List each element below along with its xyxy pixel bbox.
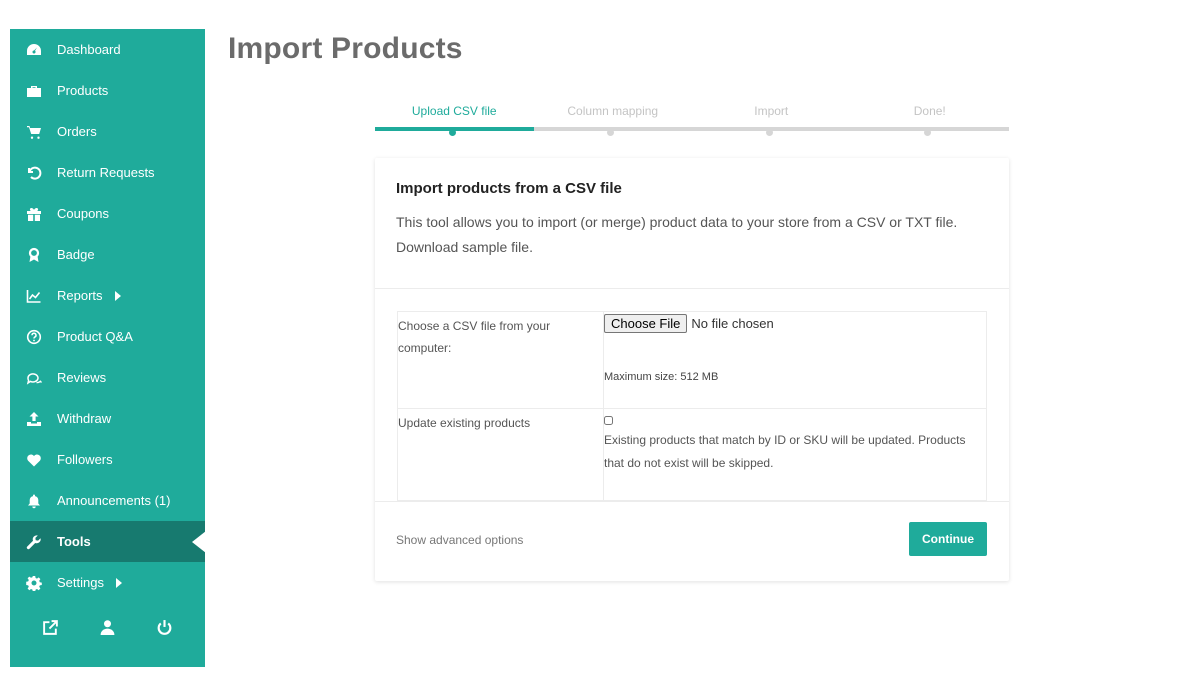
sidebar-item-orders[interactable]: Orders: [10, 111, 205, 152]
user-icon[interactable]: [98, 617, 118, 637]
step-dot-3: [765, 129, 773, 136]
sidebar-item-label: Badge: [57, 247, 95, 262]
sidebar-item-label: Settings: [57, 575, 104, 590]
step-column-mapping: Column mapping: [567, 104, 659, 118]
sidebar-item-label: Withdraw: [57, 411, 112, 426]
undo-icon: [25, 164, 43, 182]
file-upload-field: Choose File No file chosen Maximum size:…: [603, 311, 987, 409]
step-dot-4: [924, 129, 932, 136]
award-icon: [25, 246, 43, 264]
sidebar-item-coupons[interactable]: Coupons: [10, 193, 205, 234]
sidebar-item-announcements[interactable]: Announcements (1): [10, 480, 205, 521]
update-existing-label: Update existing products: [397, 408, 604, 501]
step-dot-1: [448, 129, 456, 136]
sidebar-item-settings[interactable]: Settings: [10, 562, 205, 603]
card-header: Import products from a CSV file This too…: [375, 158, 1009, 289]
sidebar-item-product-qa[interactable]: Product Q&A: [10, 316, 205, 357]
file-status-text: No file chosen: [691, 316, 774, 331]
briefcase-icon: [25, 82, 43, 100]
choose-file-button[interactable]: Choose File: [604, 314, 688, 333]
sidebar-item-label: Reports: [57, 288, 103, 303]
power-icon[interactable]: [155, 617, 175, 637]
step-import: Import: [754, 104, 789, 118]
sidebar-item-reports[interactable]: Reports: [10, 275, 205, 316]
sidebar-item-reviews[interactable]: Reviews: [10, 357, 205, 398]
file-upload-row: Choose a CSV file from your computer: Ch…: [397, 311, 987, 409]
sidebar-item-label: Product Q&A: [57, 329, 133, 344]
card-heading: Import products from a CSV file: [396, 180, 622, 197]
sidebar-item-label: Orders: [57, 124, 97, 139]
external-link-icon[interactable]: [41, 617, 61, 637]
sidebar-item-products[interactable]: Products: [10, 70, 205, 111]
sidebar-item-return-requests[interactable]: Return Requests: [10, 152, 205, 193]
sidebar: Dashboard Products Orders Return Request…: [10, 29, 206, 667]
continue-button[interactable]: Continue: [909, 522, 987, 556]
import-card: Import products from a CSV file This too…: [375, 158, 1009, 581]
sidebar-item-label: Products: [57, 83, 109, 98]
step-done: Done!: [913, 104, 946, 118]
sidebar-item-label: Coupons: [57, 206, 110, 221]
import-form-table: Choose a CSV file from your computer: Ch…: [397, 311, 987, 501]
sidebar-item-label: Reviews: [57, 370, 107, 385]
upload-icon: [25, 410, 43, 428]
sidebar-item-label: Dashboard: [57, 42, 121, 57]
bell-icon: [25, 492, 43, 510]
sidebar-item-dashboard[interactable]: Dashboard: [10, 29, 205, 70]
show-advanced-options-link[interactable]: Show advanced options: [396, 533, 523, 547]
sidebar-item-label: Tools: [57, 534, 91, 549]
stepper-track: [375, 127, 1009, 136]
gift-icon: [25, 205, 43, 223]
max-size-note: Maximum size: 512 MB: [604, 371, 719, 383]
update-existing-row: Update existing products Existing produc…: [397, 408, 987, 501]
dashboard-icon: [25, 41, 43, 59]
update-existing-description: Existing products that match by ID or SK…: [604, 433, 966, 470]
sidebar-item-label: Announcements (1): [57, 493, 171, 508]
card-description: This tool allows you to import (or merge…: [396, 214, 958, 255]
sidebar-item-label: Followers: [57, 452, 113, 467]
sidebar-item-badge[interactable]: Badge: [10, 234, 205, 275]
comments-icon: [25, 369, 43, 387]
update-existing-checkbox[interactable]: [604, 416, 613, 425]
caret-right-icon: [114, 290, 121, 301]
sidebar-item-tools[interactable]: Tools: [10, 521, 206, 562]
page-title: Import Products: [228, 32, 463, 65]
cog-icon: [25, 574, 43, 592]
file-upload-label: Choose a CSV file from your computer:: [397, 311, 604, 409]
sidebar-item-label: Return Requests: [57, 165, 155, 180]
wrench-icon: [25, 533, 43, 551]
heart-icon: [25, 451, 43, 469]
sidebar-item-followers[interactable]: Followers: [10, 439, 205, 480]
caret-right-icon: [115, 577, 122, 588]
sidebar-item-withdraw[interactable]: Withdraw: [10, 398, 205, 439]
step-dot-2: [607, 129, 615, 136]
cart-icon: [25, 123, 43, 141]
update-existing-field: Existing products that match by ID or SK…: [603, 408, 987, 501]
sidebar-footer: [10, 605, 205, 649]
card-footer: Show advanced options Continue: [375, 501, 1009, 581]
import-stepper: Upload CSV file Column mapping Import Do…: [375, 104, 1009, 140]
step-upload-csv[interactable]: Upload CSV file: [375, 104, 534, 127]
question-circle-icon: [25, 328, 43, 346]
chart-icon: [25, 287, 43, 305]
